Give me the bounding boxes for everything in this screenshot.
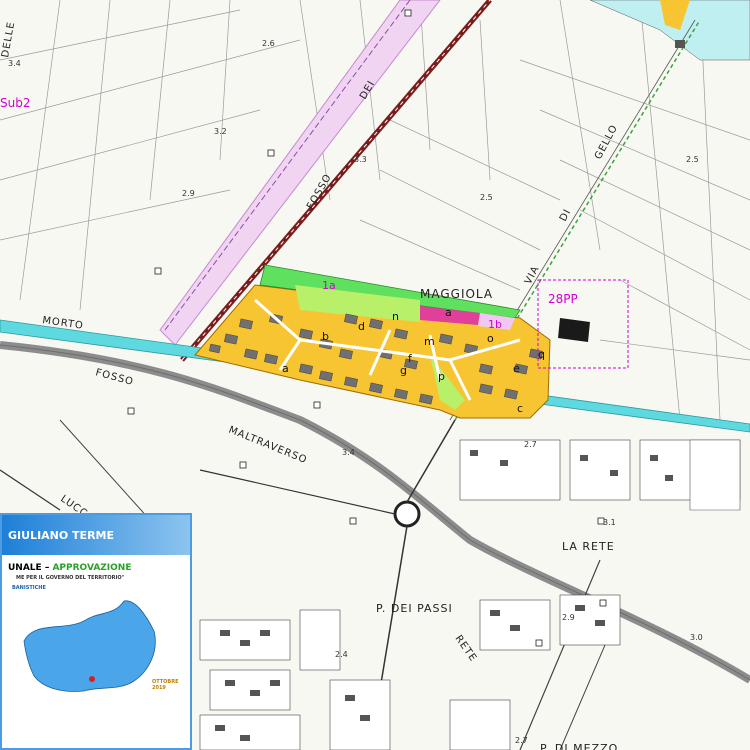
elevation-label: 3.2 bbox=[214, 127, 227, 136]
dotted-field bbox=[689, 439, 741, 511]
zone-label-a: a bbox=[282, 362, 289, 375]
elevation-label: 2.9 bbox=[182, 189, 195, 198]
legend-heading: UNALE – APPROVAZIONE bbox=[2, 555, 190, 573]
elevation-label: 2.7 bbox=[515, 736, 528, 745]
elevation-label: 2.5 bbox=[686, 155, 699, 164]
zone-label-b: b bbox=[322, 330, 329, 343]
zone-label-g: g bbox=[400, 364, 407, 377]
elevation-label: 2.7 bbox=[524, 440, 537, 449]
label-di-mezzo: P. DI MEZZO bbox=[540, 742, 618, 750]
zone-label-m: m bbox=[424, 335, 435, 348]
legend-heading-prefix: UNALE – bbox=[8, 563, 50, 573]
legend-subtitle: ME PER IL GOVERNO DEL TERRITORIO" bbox=[16, 575, 125, 581]
legend-date: OTTOBRE 2019 bbox=[152, 679, 179, 691]
elevation-label: 2.4 bbox=[335, 650, 348, 659]
label-dei-passi: P. DEI PASSI bbox=[376, 602, 453, 615]
zone-label-1a: 1a bbox=[322, 279, 336, 292]
elevation-label: 3.4 bbox=[342, 448, 355, 457]
zone-label-q: q bbox=[538, 348, 545, 361]
building-28pp bbox=[558, 318, 590, 342]
roundabout bbox=[393, 500, 421, 528]
label-la-rete: LA RETE bbox=[562, 540, 615, 553]
elevation-label: 2.5 bbox=[480, 193, 493, 202]
elevation-label: 3.3 bbox=[354, 155, 367, 164]
elevation-label: 3.1 bbox=[603, 518, 616, 527]
legend-heading-status: APPROVAZIONE bbox=[52, 563, 132, 573]
zone-label-28pp: 28PP bbox=[548, 292, 578, 306]
zone-label-d: d bbox=[358, 320, 365, 333]
zone-label-o: o bbox=[487, 332, 494, 345]
label-maggiola: MAGGIOLA bbox=[420, 287, 493, 301]
area-marker bbox=[89, 676, 95, 682]
legend-panel: GIULIANO TERME UNALE – APPROVAZIONE ME P… bbox=[0, 513, 192, 750]
zone-label-e: e bbox=[513, 362, 520, 375]
zone-label-c: c bbox=[517, 402, 523, 415]
elevation-label: 3.4 bbox=[8, 59, 21, 68]
zone-label-a2: a bbox=[445, 306, 452, 319]
zone-label-n: n bbox=[392, 310, 399, 323]
zone-label-p: p bbox=[438, 370, 445, 383]
elevation-label: 2.9 bbox=[562, 613, 575, 622]
zone-label-sub2: Sub2 bbox=[0, 96, 30, 110]
legend-title: GIULIANO TERME bbox=[2, 515, 190, 555]
elevation-label: 3.0 bbox=[690, 633, 703, 642]
zone-label-1b: 1b bbox=[488, 318, 502, 331]
elevation-label: 2.6 bbox=[262, 39, 275, 48]
